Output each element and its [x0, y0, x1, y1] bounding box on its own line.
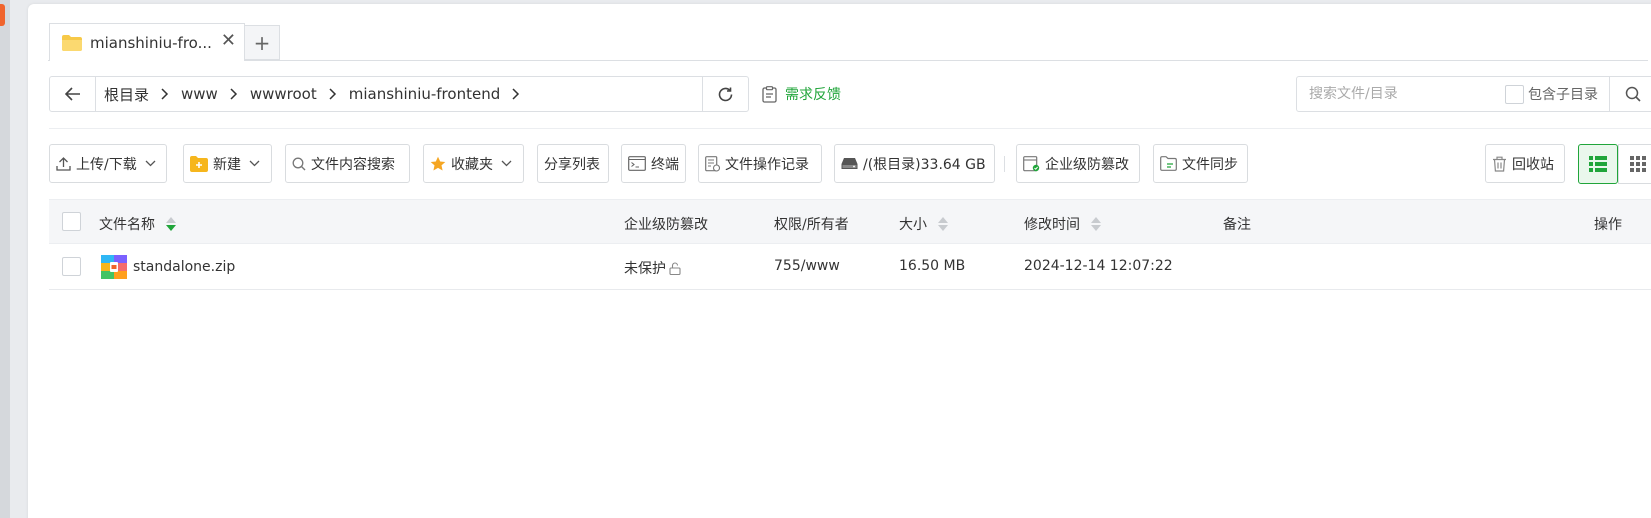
breadcrumb: 根目录 www wwwroot mianshiniu-frontend [96, 77, 702, 111]
search-icon [292, 157, 306, 171]
feedback-label: 需求反馈 [785, 87, 841, 103]
row-checkbox[interactable] [62, 257, 81, 276]
content-search-button[interactable]: 文件内容搜索 [285, 144, 410, 183]
search-icon [1625, 86, 1641, 102]
zip-file-icon [101, 255, 127, 279]
log-icon [705, 155, 720, 172]
chevron-down-icon [145, 160, 156, 167]
new-label: 新建 [213, 156, 241, 173]
tab-mianshiniu-frontend[interactable]: mianshiniu-fro... ✕ [49, 23, 245, 61]
content-search-label: 文件内容搜索 [311, 156, 395, 173]
crumb-wwwroot[interactable]: wwwroot [250, 85, 317, 103]
sort-icon[interactable] [937, 216, 949, 232]
size-cell: 16.50 MB [899, 258, 966, 274]
operation-log-label: 文件操作记录 [725, 156, 809, 173]
chevron-right-icon [512, 88, 520, 100]
permission-cell[interactable]: 755/www [774, 258, 840, 274]
list-view-icon [1589, 156, 1607, 172]
header-name-label: 文件名称 [99, 217, 155, 233]
share-list-button[interactable]: 分享列表 [537, 144, 609, 183]
orange-indicator [0, 4, 5, 26]
add-tab-button[interactable]: + [244, 25, 280, 60]
back-button[interactable] [50, 77, 96, 111]
tamper-status-cell: 未保护 [624, 258, 682, 278]
tamper-status: 未保护 [624, 261, 666, 277]
refresh-icon [718, 87, 733, 101]
arrow-left-icon [64, 87, 80, 101]
header-mtime[interactable]: 修改时间 [1024, 214, 1102, 234]
trash-icon [1492, 156, 1507, 172]
upload-download-label: 上传/下载 [76, 156, 137, 173]
new-folder-icon [190, 155, 208, 172]
header-tamper: 企业级防篡改 [624, 217, 708, 233]
upload-icon [56, 156, 71, 171]
chevron-right-icon [230, 88, 238, 100]
tamper-proof-button[interactable]: 企业级防篡改 [1016, 144, 1140, 183]
chevron-right-icon [329, 88, 337, 100]
sync-folder-icon [1160, 156, 1177, 171]
header-action: 操作 [1594, 217, 1622, 233]
unlock-icon[interactable] [669, 261, 682, 275]
new-button[interactable]: 新建 [183, 144, 272, 183]
tamper-proof-label: 企业级防篡改 [1045, 156, 1129, 173]
crumb-mianshiniu-frontend[interactable]: mianshiniu-frontend [349, 85, 501, 103]
table-row[interactable]: standalone.zip 未保护 755/www 16.50 MB 2024… [49, 245, 1651, 290]
terminal-label: 终端 [651, 156, 679, 173]
feedback-link[interactable]: 需求反馈 [762, 84, 841, 104]
favorites-button[interactable]: 收藏夹 [423, 144, 524, 183]
toolbar-separator [1004, 156, 1005, 172]
header-permission: 权限/所有者 [774, 217, 849, 233]
close-icon[interactable]: ✕ [221, 32, 236, 50]
search-input[interactable] [1309, 86, 1499, 102]
recycle-bin-button[interactable]: 回收站 [1485, 144, 1565, 183]
tamper-proof-icon [1023, 155, 1040, 172]
include-subdir-checkbox[interactable]: 包含子目录 [1505, 84, 1598, 104]
include-subdir-label: 包含子目录 [1528, 87, 1598, 103]
terminal-icon [628, 156, 646, 171]
file-sync-button[interactable]: 文件同步 [1153, 144, 1248, 183]
disk-button[interactable]: /(根目录)33.64 GB [834, 144, 995, 183]
search-button[interactable] [1609, 77, 1651, 111]
chevron-right-icon [161, 88, 169, 100]
header-name[interactable]: 文件名称 [99, 214, 177, 234]
table-header: 文件名称 企业级防篡改 权限/所有者 大小 修改时间 备注 操作 [49, 199, 1651, 244]
file-sync-label: 文件同步 [1182, 156, 1238, 173]
header-size[interactable]: 大小 [899, 214, 949, 234]
tab-title: mianshiniu-fro... [90, 33, 212, 52]
mtime-cell: 2024-12-14 12:07:22 [1024, 258, 1173, 274]
chevron-down-icon [501, 160, 512, 167]
header-size-label: 大小 [899, 217, 927, 233]
refresh-button[interactable] [702, 77, 748, 111]
star-icon [430, 156, 446, 172]
list-view-button[interactable] [1578, 144, 1618, 184]
crumb-root[interactable]: 根目录 [104, 84, 149, 105]
crumb-www[interactable]: www [181, 85, 218, 103]
divider [49, 128, 1651, 129]
disk-label: /(根目录)33.64 GB [863, 156, 986, 173]
recycle-bin-label: 回收站 [1512, 156, 1554, 173]
terminal-button[interactable]: 终端 [621, 144, 686, 183]
sort-icon[interactable] [1090, 216, 1102, 232]
folder-icon [62, 34, 82, 51]
header-note: 备注 [1223, 217, 1251, 233]
grid-view-icon [1630, 156, 1646, 172]
operation-log-button[interactable]: 文件操作记录 [698, 144, 822, 183]
header-mtime-label: 修改时间 [1024, 217, 1080, 233]
checkbox[interactable] [1505, 84, 1524, 104]
chevron-down-icon [249, 160, 260, 167]
share-list-label: 分享列表 [544, 156, 600, 173]
select-all-checkbox[interactable] [62, 212, 81, 231]
left-edge-strip [0, 0, 10, 518]
file-name-cell[interactable]: standalone.zip [101, 255, 235, 279]
sort-desc-icon[interactable] [165, 216, 177, 232]
path-bar: 根目录 www wwwroot mianshiniu-frontend [49, 76, 749, 112]
tab-bar-line [48, 60, 1648, 61]
clipboard-icon [762, 85, 777, 103]
search-box: 包含子目录 [1296, 76, 1651, 112]
favorites-label: 收藏夹 [451, 156, 493, 173]
upload-download-button[interactable]: 上传/下载 [49, 144, 167, 183]
file-name: standalone.zip [133, 259, 236, 275]
disk-icon [841, 157, 858, 170]
grid-view-button[interactable] [1618, 144, 1651, 184]
